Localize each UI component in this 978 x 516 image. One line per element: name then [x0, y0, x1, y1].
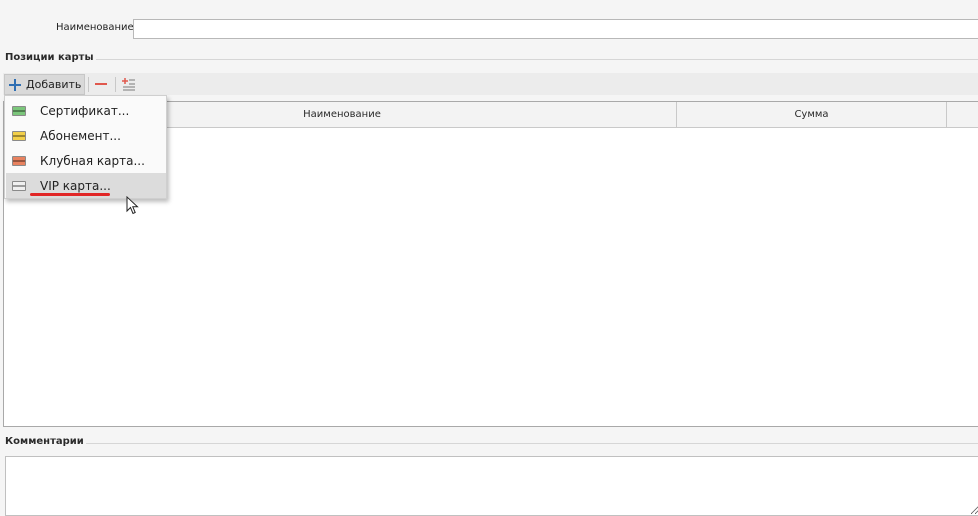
positions-group-title: Позиции карты [5, 52, 94, 63]
name-input[interactable] [133, 19, 978, 39]
highlight-underline [30, 193, 110, 196]
comments-group-title: Комментарии [5, 436, 84, 447]
positions-group-line [96, 59, 978, 60]
menu-item-label: VIP карта... [40, 178, 111, 193]
positions-toolbar: Добавить [3, 73, 978, 95]
list-add-icon[interactable] [120, 77, 136, 92]
menu-item-label: Сертификат... [40, 103, 130, 118]
menu-item-label: Клубная карта... [40, 153, 145, 168]
grid-column-header[interactable] [947, 102, 978, 127]
vip-card-icon [12, 180, 26, 191]
subscription-card-icon [12, 130, 26, 141]
club-card-icon [12, 155, 26, 166]
add-dropdown-menu: Сертификат... Абонемент... Клубная карта… [4, 95, 167, 199]
menu-item-certificate[interactable]: Сертификат... [6, 98, 166, 123]
name-row: Наименование: [0, 17, 978, 39]
menu-item-label: Абонемент... [40, 128, 121, 143]
comments-group-line [86, 443, 978, 444]
add-button-label: Добавить [26, 78, 82, 91]
grid-column-header-sum[interactable]: Сумма [677, 102, 947, 127]
comments-textarea[interactable] [5, 456, 978, 516]
mouse-cursor-icon [126, 196, 139, 215]
add-button[interactable]: Добавить [4, 74, 85, 95]
toolbar-separator [115, 77, 116, 92]
name-label: Наименование: [56, 22, 138, 33]
remove-icon[interactable] [93, 79, 109, 89]
certificate-card-icon [12, 105, 26, 116]
toolbar-separator [88, 77, 89, 92]
plus-icon [8, 78, 22, 92]
menu-item-subscription[interactable]: Абонемент... [6, 123, 166, 148]
menu-item-club-card[interactable]: Клубная карта... [6, 148, 166, 173]
